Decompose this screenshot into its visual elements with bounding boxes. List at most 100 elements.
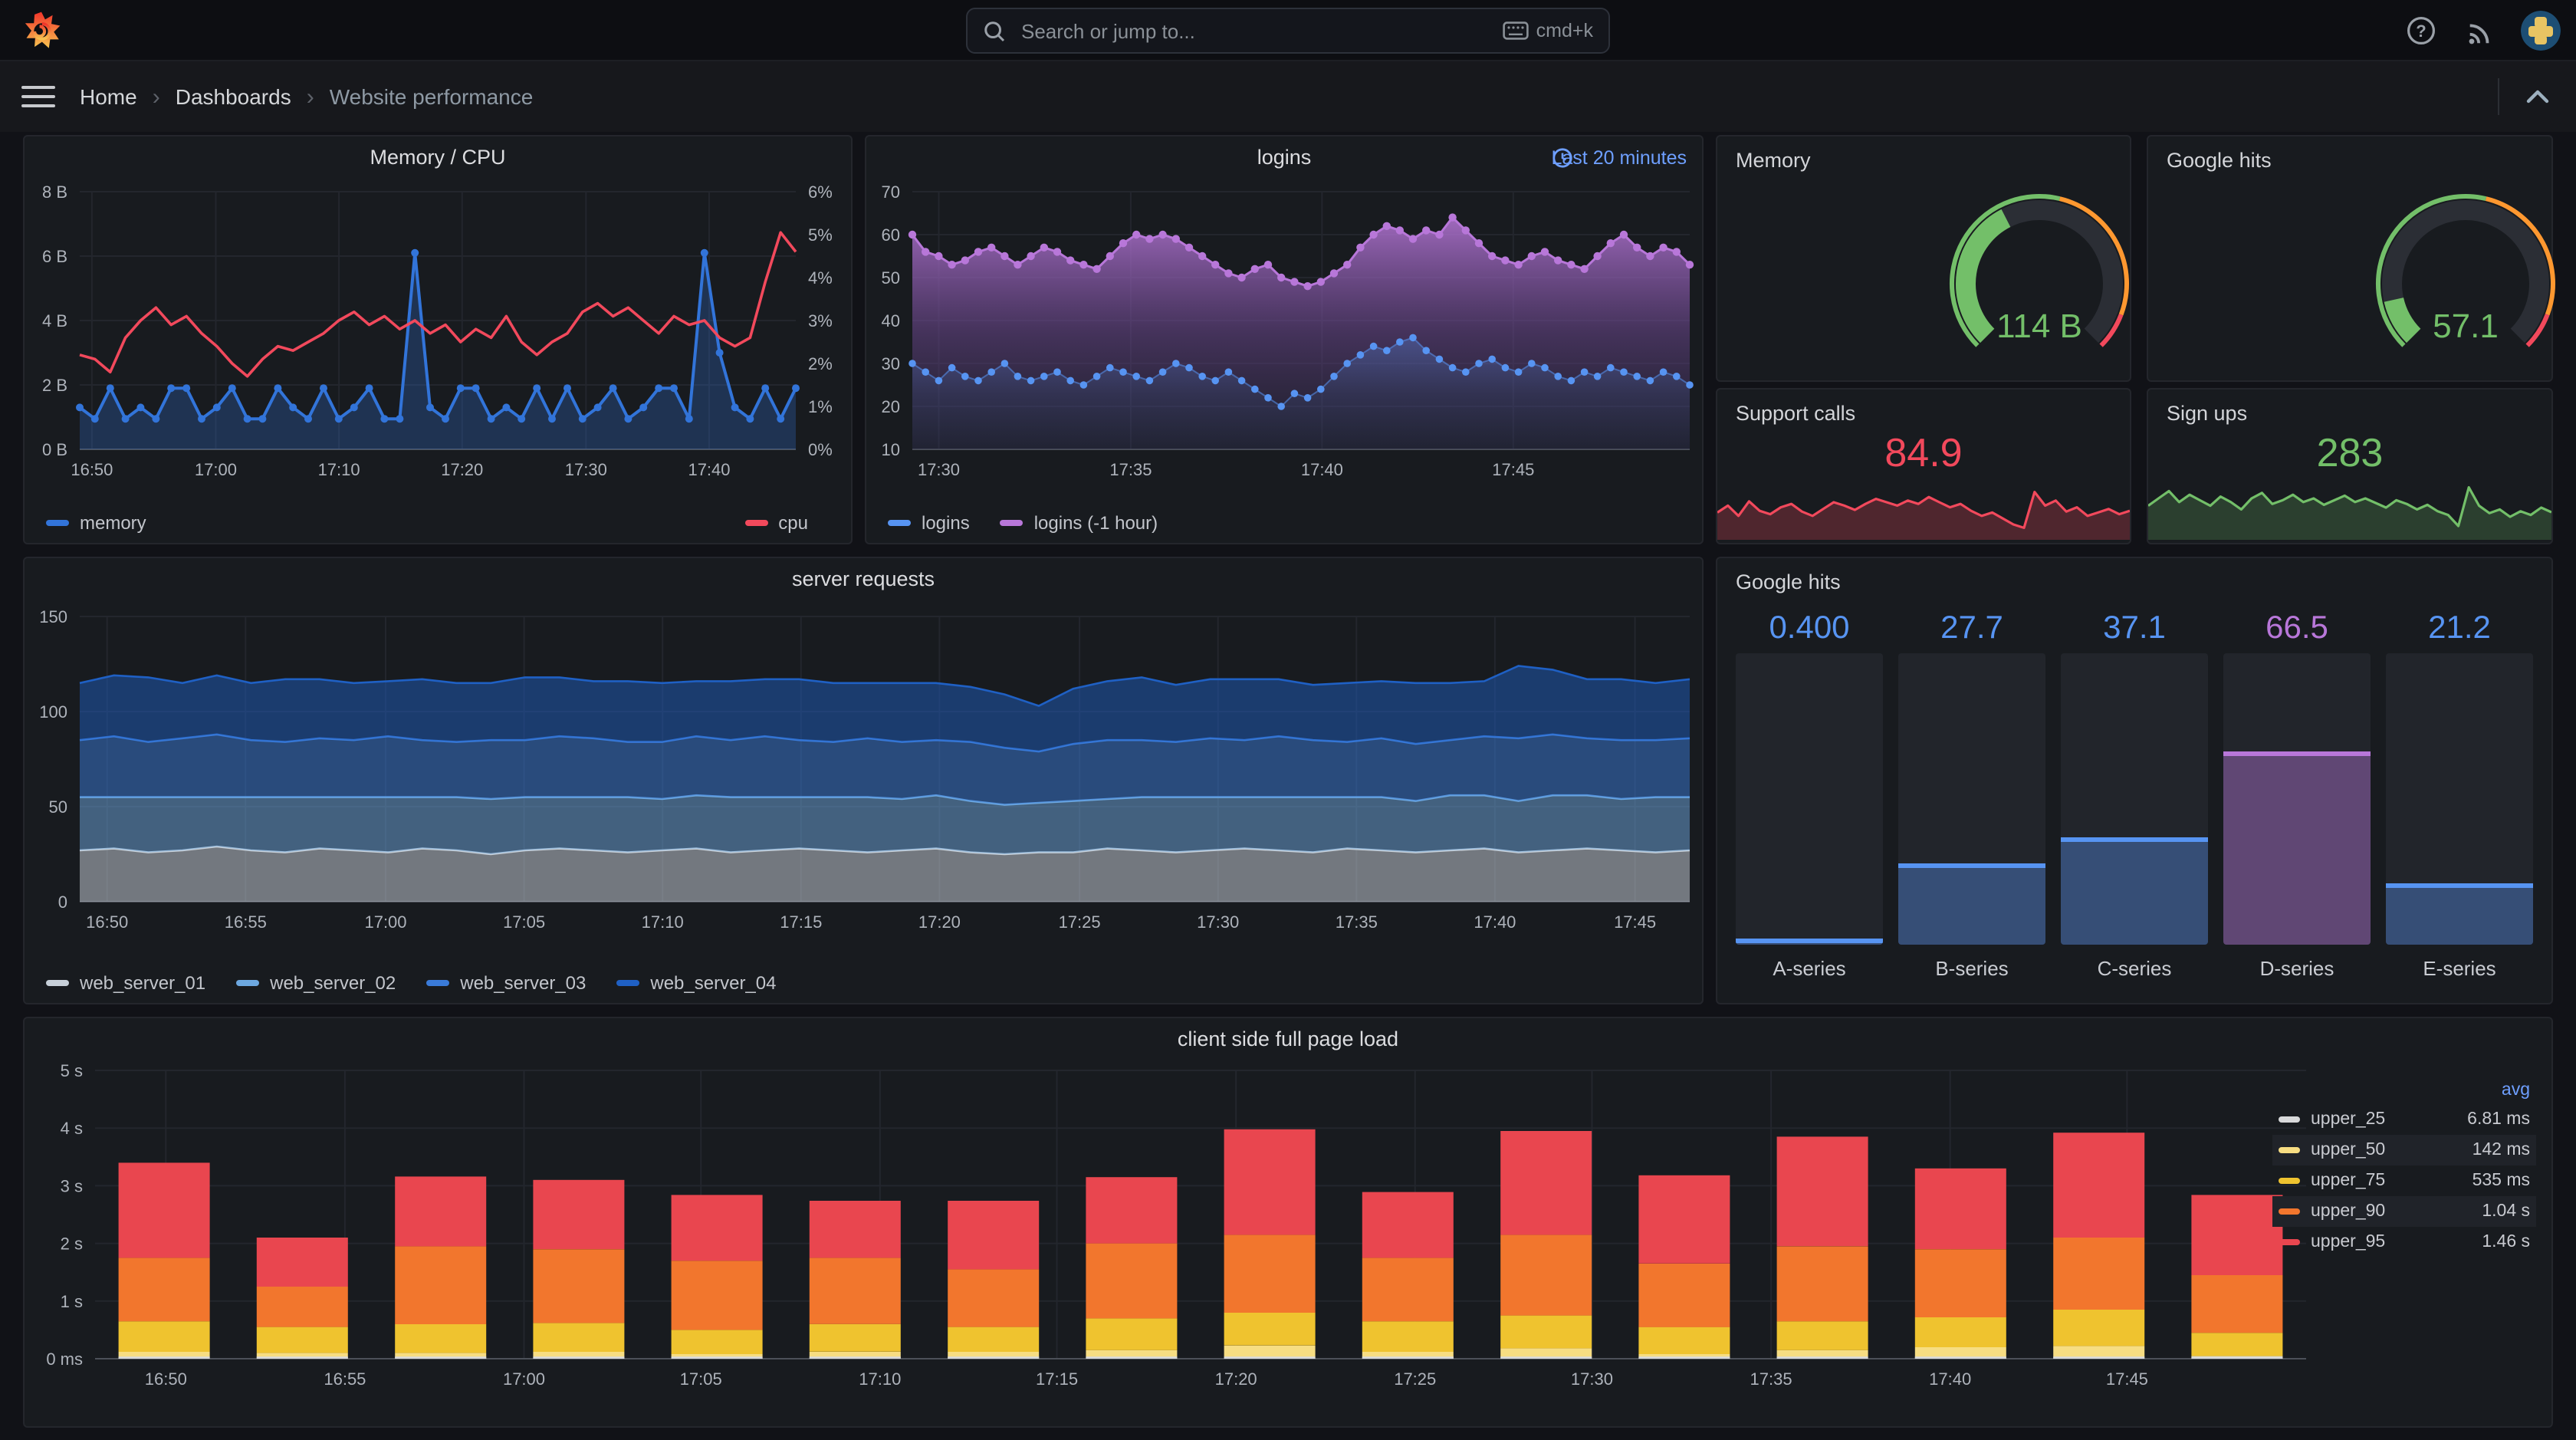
svg-text:10: 10	[882, 440, 900, 459]
svg-text:16:55: 16:55	[225, 912, 267, 932]
bar-gauge-label: A-series	[1773, 957, 1846, 980]
search-input[interactable]	[1018, 18, 1490, 44]
memory-gauge: 114 B	[1948, 193, 2128, 347]
svg-text:16:50: 16:50	[71, 460, 113, 479]
svg-text:17:40: 17:40	[1929, 1369, 1971, 1389]
svg-text:17:30: 17:30	[918, 460, 960, 479]
svg-text:150: 150	[39, 607, 67, 626]
legend-item[interactable]: web_server_02	[236, 972, 396, 994]
legend-item[interactable]: web_server_04	[616, 972, 777, 994]
svg-text:17:15: 17:15	[780, 912, 822, 932]
svg-text:2%: 2%	[808, 354, 833, 373]
legend-item[interactable]: web_server_03	[426, 972, 586, 994]
legend-table-row[interactable]: upper_95 1.46 s	[2272, 1227, 2536, 1258]
svg-text:17:00: 17:00	[195, 460, 237, 479]
svg-text:1%: 1%	[808, 397, 833, 416]
svg-text:17:30: 17:30	[565, 460, 607, 479]
svg-text:16:50: 16:50	[145, 1369, 187, 1389]
svg-text:2 s: 2 s	[61, 1235, 83, 1254]
legend-item[interactable]: web_server_01	[46, 972, 205, 994]
panel-title[interactable]: server requests	[25, 567, 1702, 590]
legend-item[interactable]: logins (-1 hour)	[1000, 512, 1158, 534]
svg-text:17:05: 17:05	[680, 1369, 722, 1389]
panel-title[interactable]: Support calls	[1736, 402, 1855, 425]
legend: web_server_01 web_server_02 web_server_03 w…	[46, 972, 777, 994]
svg-text:50: 50	[49, 797, 67, 817]
svg-text:17:40: 17:40	[688, 460, 730, 479]
svg-text:57.1: 57.1	[2432, 307, 2498, 345]
panel-title[interactable]: Memory / CPU	[25, 146, 851, 169]
collapse-chevron-up-icon[interactable]	[2521, 80, 2555, 113]
server-requests-chart: 16:50 16:55 17:00 17:05 17:10 17:15 17:20 17:25…	[39, 607, 1691, 932]
panel-memory-cpu: Memory / CPU 16:50 17:00 17:10 17:20 17:30 17…	[23, 135, 853, 544]
panel-title[interactable]: client side full page load	[25, 1027, 2551, 1050]
grafana-logo-icon[interactable]	[21, 11, 61, 51]
svg-text:17:10: 17:10	[318, 460, 360, 479]
search-box[interactable]: cmd+k	[966, 8, 1610, 54]
svg-text:4 B: 4 B	[42, 311, 67, 330]
news-rss-icon[interactable]	[2463, 14, 2496, 48]
bar-gauge-column: 37.1 C-series	[2061, 610, 2208, 988]
svg-text:17:10: 17:10	[642, 912, 684, 932]
svg-text:17:20: 17:20	[1215, 1369, 1257, 1389]
svg-text:17:45: 17:45	[1614, 912, 1656, 932]
bar-gauge-label: C-series	[2097, 957, 2172, 980]
sign-ups-sparkline	[2148, 486, 2551, 540]
legend-item[interactable]: logins	[888, 512, 970, 534]
panel-title[interactable]: Memory	[1736, 149, 1811, 172]
topbar-actions: ?	[2404, 0, 2561, 61]
legend-item[interactable]: cpu	[744, 512, 808, 534]
svg-text:70: 70	[882, 182, 900, 202]
keyboard-shortcut: cmd+k	[1502, 20, 1593, 41]
svg-text:17:25: 17:25	[1059, 912, 1101, 932]
legend-table-header: avg	[2501, 1081, 2530, 1100]
svg-text:17:30: 17:30	[1197, 912, 1239, 932]
menu-toggle-icon[interactable]	[21, 80, 55, 113]
svg-text:?: ?	[2416, 21, 2426, 41]
svg-text:17:35: 17:35	[1750, 1369, 1792, 1389]
panel-memory-gauge: Memory 114 B	[1716, 135, 2131, 382]
breadcrumb-home[interactable]: Home	[80, 84, 137, 109]
svg-text:6%: 6%	[808, 182, 833, 202]
stat-value: 84.9	[1884, 429, 1963, 475]
breadcrumb-dashboards[interactable]: Dashboards	[176, 84, 291, 109]
bar-gauge-column: 66.5 D-series	[2223, 610, 2371, 988]
legend-table-row[interactable]: upper_90 1.04 s	[2272, 1196, 2536, 1227]
top-navigation-bar: cmd+k ?	[0, 0, 2576, 61]
svg-text:60: 60	[882, 225, 900, 245]
stat-value: 283	[2316, 429, 2384, 475]
time-range-link[interactable]: Last 20 minutes	[1552, 147, 1687, 169]
svg-text:40: 40	[882, 311, 900, 330]
bar-gauge-value: 0.400	[1769, 610, 1850, 646]
svg-text:17:40: 17:40	[1474, 912, 1516, 932]
help-icon[interactable]: ?	[2404, 14, 2438, 48]
legend: memory	[46, 512, 146, 534]
bar-gauge-label: D-series	[2259, 957, 2334, 980]
support-calls-sparkline	[1717, 491, 2130, 540]
legend-item[interactable]: memory	[46, 512, 146, 534]
svg-text:2 B: 2 B	[42, 376, 67, 395]
legend-table-row[interactable]: upper_25 6.81 ms	[2272, 1104, 2536, 1135]
clock-icon	[1552, 148, 1572, 168]
svg-text:17:40: 17:40	[1301, 460, 1343, 479]
bar-gauge-column: 0.400 A-series	[1736, 610, 1883, 988]
svg-text:17:45: 17:45	[2106, 1369, 2148, 1389]
svg-text:30: 30	[882, 354, 900, 373]
svg-text:5%: 5%	[808, 225, 833, 245]
svg-text:0 B: 0 B	[42, 440, 67, 459]
svg-text:17:35: 17:35	[1336, 912, 1378, 932]
panel-google-hits-bars: Google hits 0.400 A-series 27.7 B-series 37.…	[1716, 557, 2553, 1004]
legend-table-row[interactable]: upper_50 142 ms	[2272, 1135, 2536, 1165]
bar-gauge-label: B-series	[1935, 957, 2009, 980]
legend: logins logins (-1 hour)	[888, 512, 1158, 534]
panel-title[interactable]: Sign ups	[2167, 402, 2247, 425]
svg-text:17:25: 17:25	[1394, 1369, 1436, 1389]
user-avatar[interactable]	[2521, 11, 2561, 51]
svg-text:1 s: 1 s	[61, 1292, 83, 1311]
bar-gauge-value: 21.2	[2428, 610, 2491, 646]
panel-title[interactable]: Google hits	[2167, 149, 2272, 172]
panel-title[interactable]: Google hits	[1736, 570, 1841, 593]
legend-table-row[interactable]: upper_75 535 ms	[2272, 1165, 2536, 1196]
svg-text:17:10: 17:10	[859, 1369, 901, 1389]
svg-text:5 s: 5 s	[61, 1061, 83, 1080]
